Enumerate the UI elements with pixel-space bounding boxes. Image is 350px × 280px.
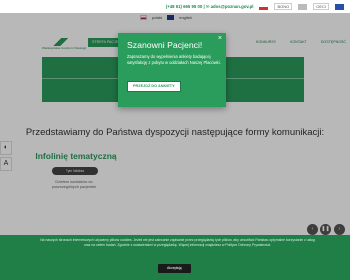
top-bar: (+48 61) 665 95 00 | ✉ ados@poznan.gov.p… xyxy=(0,0,350,13)
cookie-banner: Na naszych stronach internetowych używam… xyxy=(0,235,350,280)
oeci-logo[interactable]: OECI xyxy=(313,3,329,10)
close-icon[interactable]: × xyxy=(218,35,222,42)
survey-modal: × Szanowni Pacjenci! Zapraszamy do wypeł… xyxy=(118,33,226,107)
cookie-accept-button[interactable]: Akceptuję xyxy=(158,264,191,273)
modal-title: Szanowni Pacjenci! xyxy=(127,40,203,50)
contact-info[interactable]: (+48 61) 665 95 00 | ✉ ados@poznan.gov.p… xyxy=(166,4,254,10)
modal-text: Zapraszamy do wypełnienia ankiety badają… xyxy=(127,54,221,65)
partner-logo-icon[interactable] xyxy=(298,3,308,10)
flag-icon xyxy=(259,3,269,10)
bono-badge[interactable]: BONO xyxy=(274,3,293,10)
eu-flag-icon[interactable] xyxy=(335,3,344,10)
cookie-text: Na naszych stronach internetowych używam… xyxy=(40,238,315,247)
survey-button[interactable]: PRZEJDŹ DO ANKIETY xyxy=(127,81,181,92)
